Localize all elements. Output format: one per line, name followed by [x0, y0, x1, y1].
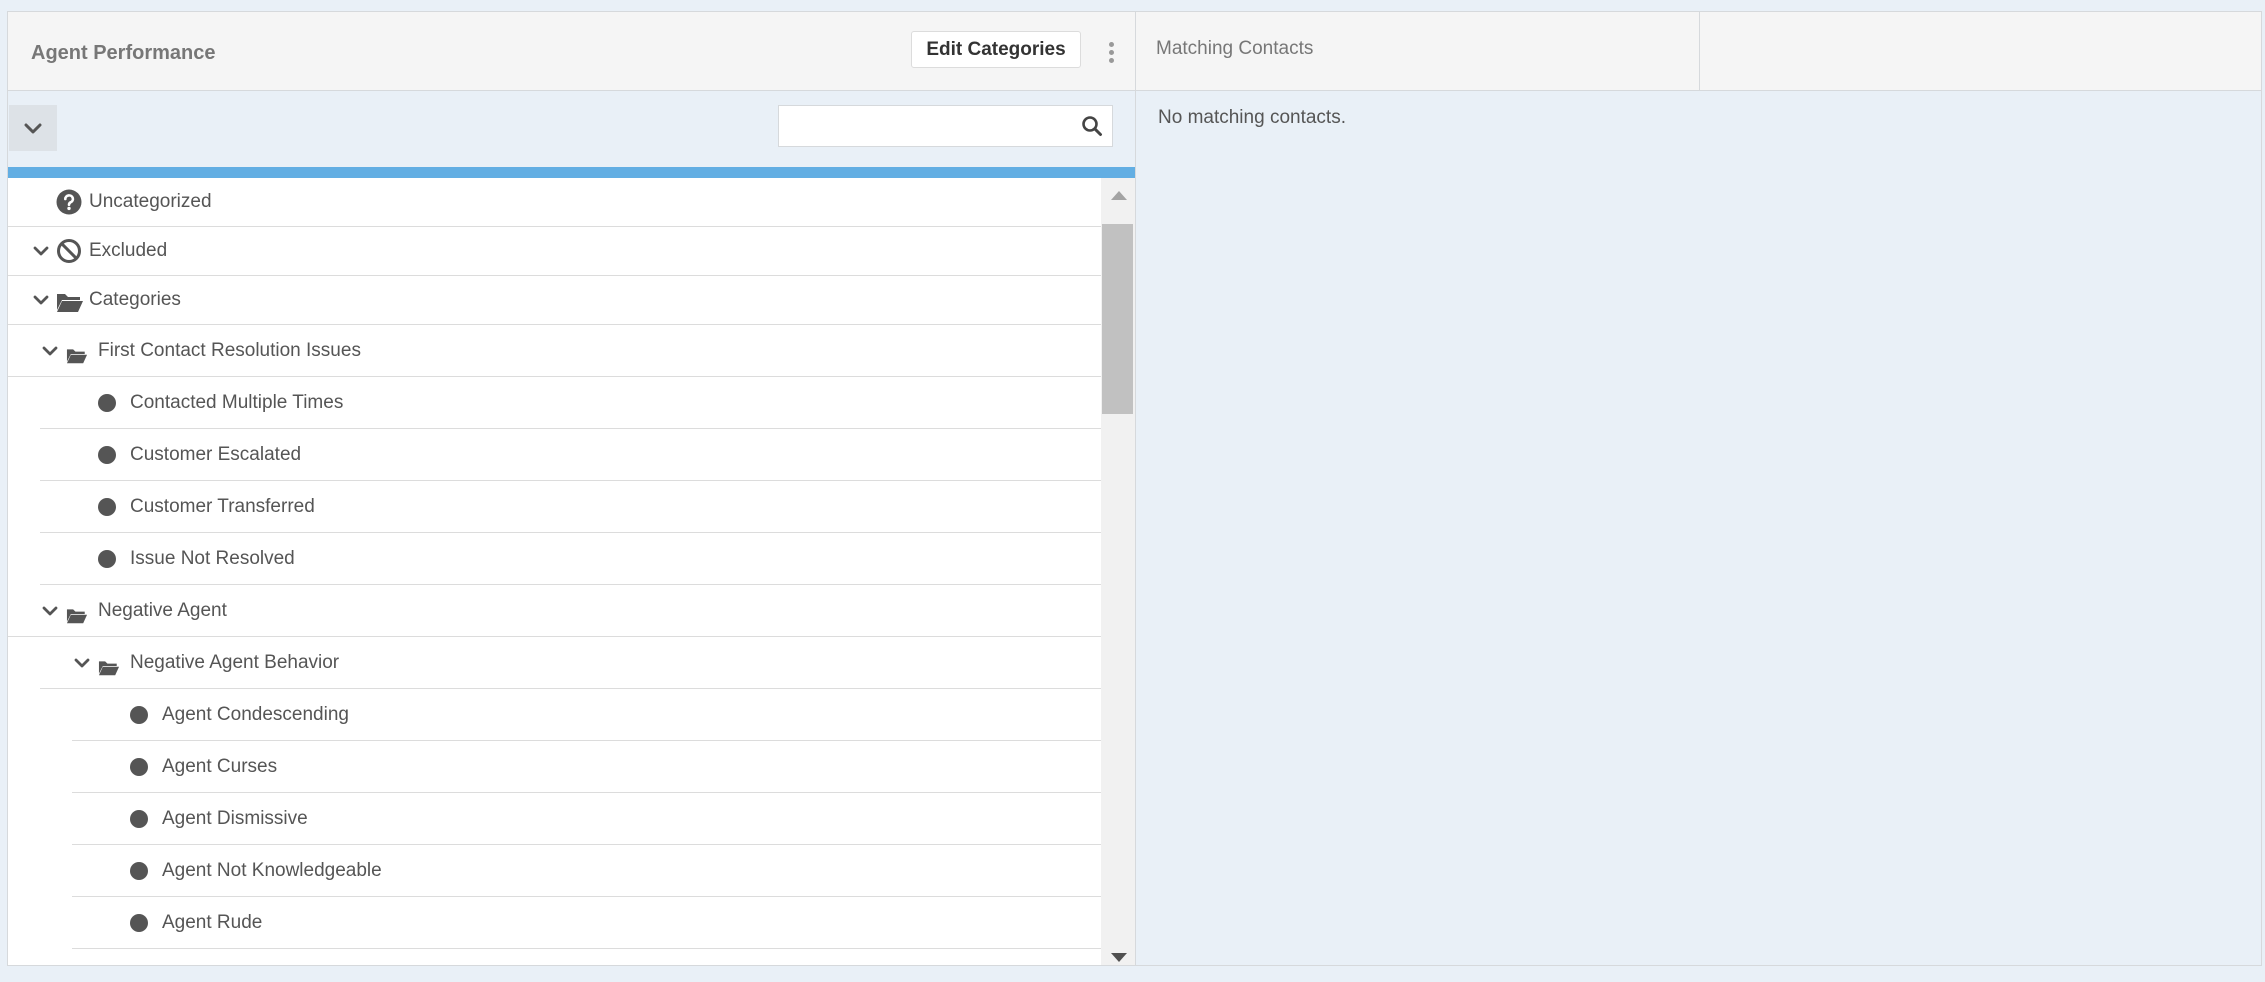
category-dot-icon — [98, 497, 116, 516]
category-dot-icon — [130, 913, 148, 932]
panel-title: Agent Performance — [31, 42, 216, 64]
tree-item[interactable]: Uncategorized — [8, 178, 1101, 227]
collapse-all-button[interactable] — [9, 105, 57, 151]
scroll-thumb[interactable] — [1102, 224, 1133, 414]
tree-item[interactable]: Negative Agent — [8, 585, 1101, 637]
chevron-down-icon[interactable] — [32, 242, 50, 260]
category-dot-icon — [98, 393, 116, 412]
category-panel: Agent Performance Edit Categories Uncate… — [8, 12, 1136, 965]
matching-contacts-header: Matching Contacts — [1136, 12, 2261, 91]
tree-item-label: First Contact Resolution Issues — [98, 339, 361, 361]
category-panel-header: Agent Performance Edit Categories — [8, 12, 1135, 91]
accent-bar — [8, 167, 1135, 178]
edit-categories-button[interactable]: Edit Categories — [911, 31, 1081, 68]
chevron-down-icon[interactable] — [41, 342, 59, 360]
chevron-down-icon[interactable] — [73, 654, 91, 672]
tree-item[interactable]: Agent Dismissive — [72, 793, 1101, 845]
tree-item[interactable]: Agent Rude — [72, 897, 1101, 949]
scroll-up-arrow-icon[interactable] — [1111, 191, 1127, 200]
tree-item-label: Negative Agent Behavior — [130, 651, 340, 673]
ban-icon — [56, 239, 82, 269]
folder-open-icon — [98, 660, 120, 681]
tree-item-label: Customer Transferred — [130, 495, 315, 517]
category-dot-icon — [130, 861, 148, 880]
tree-item[interactable]: First Contact Resolution Issues — [8, 325, 1101, 377]
tree-item-label: Uncategorized — [89, 191, 212, 212]
category-dot-icon — [98, 549, 116, 568]
tree-item[interactable]: Issue Not Resolved — [40, 533, 1101, 585]
tree-item[interactable]: Agent Condescending — [72, 689, 1101, 741]
tree-item[interactable]: Contacted Multiple Times — [40, 377, 1101, 429]
tree-item-label: Agent Dismissive — [162, 807, 308, 829]
tree-item[interactable]: Negative Agent Behavior — [40, 637, 1101, 689]
tree-toolbar — [8, 91, 1135, 169]
tree-item[interactable]: Excluded — [8, 227, 1101, 276]
tree-item-label: Issue Not Resolved — [130, 547, 295, 569]
category-dot-icon — [130, 757, 148, 776]
matching-contacts-panel: Matching Contacts No matching contacts. — [1136, 12, 2261, 965]
tree-item-label: Agent Curses — [162, 755, 278, 777]
tree-item[interactable]: Agent Not Knowledgeable — [72, 845, 1101, 897]
tree-item[interactable]: Customer Transferred — [40, 481, 1101, 533]
category-search — [778, 105, 1113, 147]
tree-scrollbar[interactable] — [1101, 178, 1135, 965]
tree-item-label: Agent Condescending — [162, 703, 349, 725]
folder-open-icon — [56, 294, 84, 318]
category-dot-icon — [130, 809, 148, 828]
question-circle-icon — [56, 189, 82, 220]
tree-item-label: Agent Rude — [162, 911, 263, 933]
category-dot-icon — [130, 705, 148, 724]
tree-item-label: Contacted Multiple Times — [130, 391, 344, 413]
search-input[interactable] — [779, 106, 1069, 146]
tree-item[interactable]: Agent Curses — [72, 741, 1101, 793]
matching-contacts-title: Matching Contacts — [1156, 38, 1314, 59]
tree-item-label: Excluded — [89, 240, 168, 261]
folder-open-icon — [66, 348, 88, 369]
column-divider — [1699, 12, 1700, 90]
chevron-down-icon[interactable] — [32, 291, 50, 309]
scroll-down-arrow-icon[interactable] — [1111, 953, 1127, 962]
tree-item[interactable]: Categories — [8, 276, 1101, 325]
tree-item-label: Negative Agent — [98, 599, 227, 621]
more-options-icon[interactable] — [1107, 42, 1117, 72]
app-window: Agent Performance Edit Categories Uncate… — [7, 11, 2262, 966]
category-tree: Uncategorized Excluded Categories First Con… — [8, 178, 1101, 965]
tree-item[interactable]: Customer Escalated — [40, 429, 1101, 481]
chevron-down-icon — [24, 123, 42, 134]
category-dot-icon — [98, 445, 116, 464]
empty-message: No matching contacts. — [1158, 107, 1346, 128]
chevron-down-icon[interactable] — [41, 602, 59, 620]
search-icon[interactable] — [1081, 115, 1103, 137]
folder-open-icon — [66, 608, 88, 629]
tree-item-label: Customer Escalated — [130, 443, 302, 465]
tree-item-label: Agent Not Knowledgeable — [162, 859, 382, 881]
tree-item-label: Categories — [89, 289, 181, 310]
